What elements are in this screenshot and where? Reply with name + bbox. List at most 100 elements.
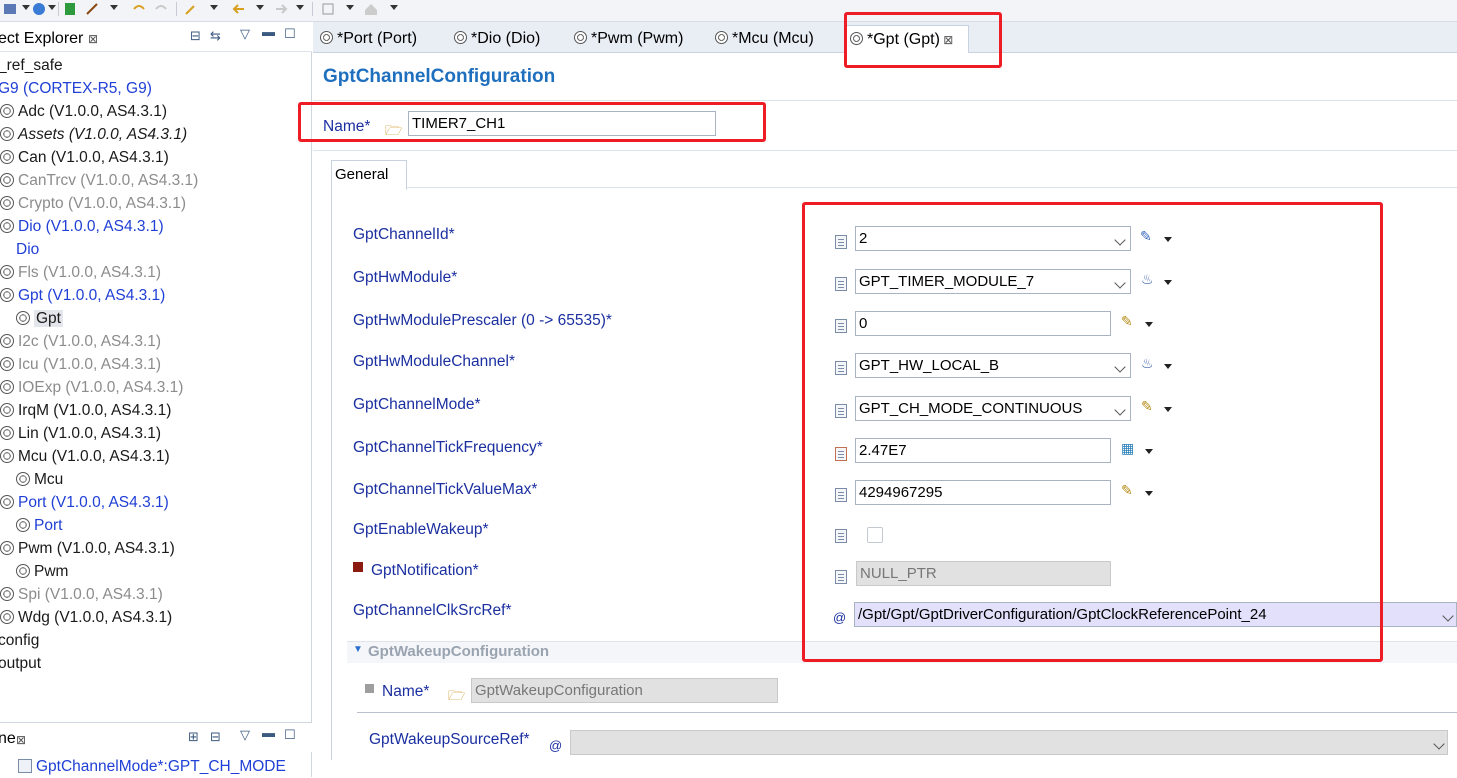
tree-item[interactable]: output	[0, 653, 41, 675]
forward-dropdown-arrow[interactable]	[296, 5, 304, 10]
tree-item-label: Icu (V1.0.0, AS4.3.1)	[18, 356, 162, 373]
outline-title[interactable]: ne	[0, 730, 16, 748]
undo-icon[interactable]	[130, 1, 148, 17]
tree-item[interactable]: Icu (V1.0.0, AS4.3.1)	[0, 354, 161, 376]
tree-item[interactable]: Mcu (V1.0.0, AS4.3.1)	[0, 446, 170, 468]
tree-item-label: Dio	[16, 241, 40, 258]
link-editor-icon[interactable]: ⇆	[210, 28, 221, 44]
expand-all-icon[interactable]: ⊞	[188, 729, 199, 745]
tree-item-label: Spi (V1.0.0, AS4.3.1)	[18, 586, 163, 603]
minimize-icon[interactable]: ▬	[262, 24, 275, 39]
collapse-all-icon[interactable]: ⊟	[210, 729, 221, 745]
gear-icon	[0, 219, 14, 233]
pin-dropdown-arrow[interactable]	[210, 5, 218, 10]
maximize-icon[interactable]: ☐	[284, 727, 296, 743]
view-menu-icon[interactable]: ▽	[240, 727, 250, 743]
tree-item[interactable]: Assets (V1.0.0, AS4.3.1)	[0, 124, 187, 146]
project-explorer-title[interactable]: ect Explorer	[0, 30, 83, 48]
tree-item[interactable]: Dio (V1.0.0, AS4.3.1)	[0, 216, 164, 238]
gear-icon	[0, 173, 14, 187]
enable-wakeup-label: GptEnableWakeup*	[353, 521, 489, 538]
tree-item-label: Pwm	[34, 563, 69, 580]
gear-icon	[0, 380, 14, 394]
tree-item-label: output	[0, 655, 42, 672]
chevron-down-icon[interactable]: ▼	[353, 644, 363, 655]
editor-tab[interactable]: *Dio (Dio)	[450, 25, 572, 53]
tree-item-label: Lin (V1.0.0, AS4.3.1)	[18, 425, 162, 442]
tree-item-label: Crypto (V1.0.0, AS4.3.1)	[18, 195, 187, 212]
minimize-icon[interactable]: ▬	[262, 725, 275, 740]
build-dropdown-arrow[interactable]	[22, 5, 30, 10]
wakeup-name-label: Name*	[382, 683, 430, 700]
tree-item-label: Port (V1.0.0, AS4.3.1)	[18, 494, 169, 511]
tree-item[interactable]: Crypto (V1.0.0, AS4.3.1)	[0, 193, 186, 215]
wizard-icon[interactable]	[84, 1, 102, 17]
redo-icon[interactable]	[152, 1, 170, 17]
globe-dropdown-arrow[interactable]	[48, 5, 56, 10]
pin-icon[interactable]	[182, 1, 200, 17]
tree-item[interactable]: CanTrcv (V1.0.0, AS4.3.1)	[0, 170, 198, 192]
tab-general[interactable]: General	[331, 160, 407, 190]
maximize-icon[interactable]: ☐	[284, 26, 296, 42]
tree-item[interactable]: Pwm (V1.0.0, AS4.3.1)	[0, 538, 175, 560]
gear-icon	[0, 449, 14, 463]
build-icon[interactable]	[2, 1, 20, 17]
gear-icon	[0, 334, 14, 348]
editor-tab[interactable]: *Port (Port)	[316, 25, 438, 53]
editor-tab[interactable]: *Mcu (Mcu)	[711, 25, 833, 53]
collapse-all-icon[interactable]: ⊟	[190, 28, 201, 44]
tree-item[interactable]: Mcu	[16, 469, 63, 491]
task-dropdown-arrow[interactable]	[346, 5, 354, 10]
tree-item[interactable]: Wdg (V1.0.0, AS4.3.1)	[0, 607, 172, 629]
globe-icon[interactable]	[30, 1, 48, 17]
gear-icon	[0, 357, 14, 371]
outline-item[interactable]: GptChannelMode*:GPT_CH_MODE	[18, 756, 286, 778]
gear-icon	[0, 426, 14, 440]
tree-item[interactable]: Gpt	[16, 308, 63, 330]
folder-icon: 🗁	[448, 687, 466, 703]
new-icon[interactable]	[62, 1, 80, 17]
highlight-box-name	[298, 102, 766, 142]
tree-item[interactable]: Spi (V1.0.0, AS4.3.1)	[0, 584, 163, 606]
gear-icon	[0, 495, 14, 509]
tree-item-label: Gpt	[34, 310, 63, 327]
tree-item[interactable]: IrqM (V1.0.0, AS4.3.1)	[0, 400, 171, 422]
gear-icon	[320, 31, 333, 44]
tree-item[interactable]: I2c (V1.0.0, AS4.3.1)	[0, 331, 161, 353]
back-icon[interactable]	[230, 1, 248, 17]
task-icon[interactable]	[320, 1, 338, 17]
tree-item[interactable]: Port	[16, 515, 62, 537]
tree-item[interactable]: Pwm	[16, 561, 68, 583]
tree-item[interactable]: Gpt (V1.0.0, AS4.3.1)	[0, 285, 165, 307]
forward-icon[interactable]	[272, 1, 290, 17]
gear-icon	[16, 472, 30, 486]
tree-item[interactable]: Fls (V1.0.0, AS4.3.1)	[0, 262, 161, 284]
tree-item-label: Adc (V1.0.0, AS4.3.1)	[18, 103, 168, 120]
home-dropdown-arrow[interactable]	[390, 5, 398, 10]
gear-icon	[574, 31, 587, 44]
tree-item[interactable]: _ref_safe	[0, 55, 63, 77]
tree-item[interactable]: Adc (V1.0.0, AS4.3.1)	[0, 101, 167, 123]
tree-item[interactable]: Lin (V1.0.0, AS4.3.1)	[0, 423, 161, 445]
tree-item[interactable]: IOExp (V1.0.0, AS4.3.1)	[0, 377, 183, 399]
editor-tab-label: *Pwm (Pwm)	[591, 30, 684, 47]
editor-tab[interactable]: *Pwm (Pwm)	[570, 25, 692, 53]
divider	[357, 712, 1457, 713]
close-icon[interactable]: ⊠	[16, 733, 26, 747]
tree-item[interactable]: Can (V1.0.0, AS4.3.1)	[0, 147, 169, 169]
tree-item-label: Pwm (V1.0.0, AS4.3.1)	[18, 540, 175, 557]
close-icon[interactable]: ⊠	[88, 32, 98, 46]
toolbar-separator	[312, 2, 313, 16]
back-dropdown-arrow[interactable]	[256, 5, 264, 10]
tree-item[interactable]: Port (V1.0.0, AS4.3.1)	[0, 492, 169, 514]
toolbar-separator	[176, 2, 177, 16]
tree-item[interactable]: Dio	[16, 239, 39, 261]
view-menu-icon[interactable]: ▽	[240, 26, 250, 42]
wizard-dropdown-arrow[interactable]	[110, 5, 118, 10]
hw-prescaler-label: GptHwModulePrescaler (0 -> 65535)*	[353, 312, 612, 329]
tree-item[interactable]: G9 (CORTEX-R5, G9)	[0, 78, 152, 100]
home-icon[interactable]	[362, 1, 380, 17]
tree-item[interactable]: config	[0, 630, 39, 652]
wakeup-source-ref-combo[interactable]	[570, 730, 1448, 755]
tree-item-label: IOExp (V1.0.0, AS4.3.1)	[18, 379, 184, 396]
